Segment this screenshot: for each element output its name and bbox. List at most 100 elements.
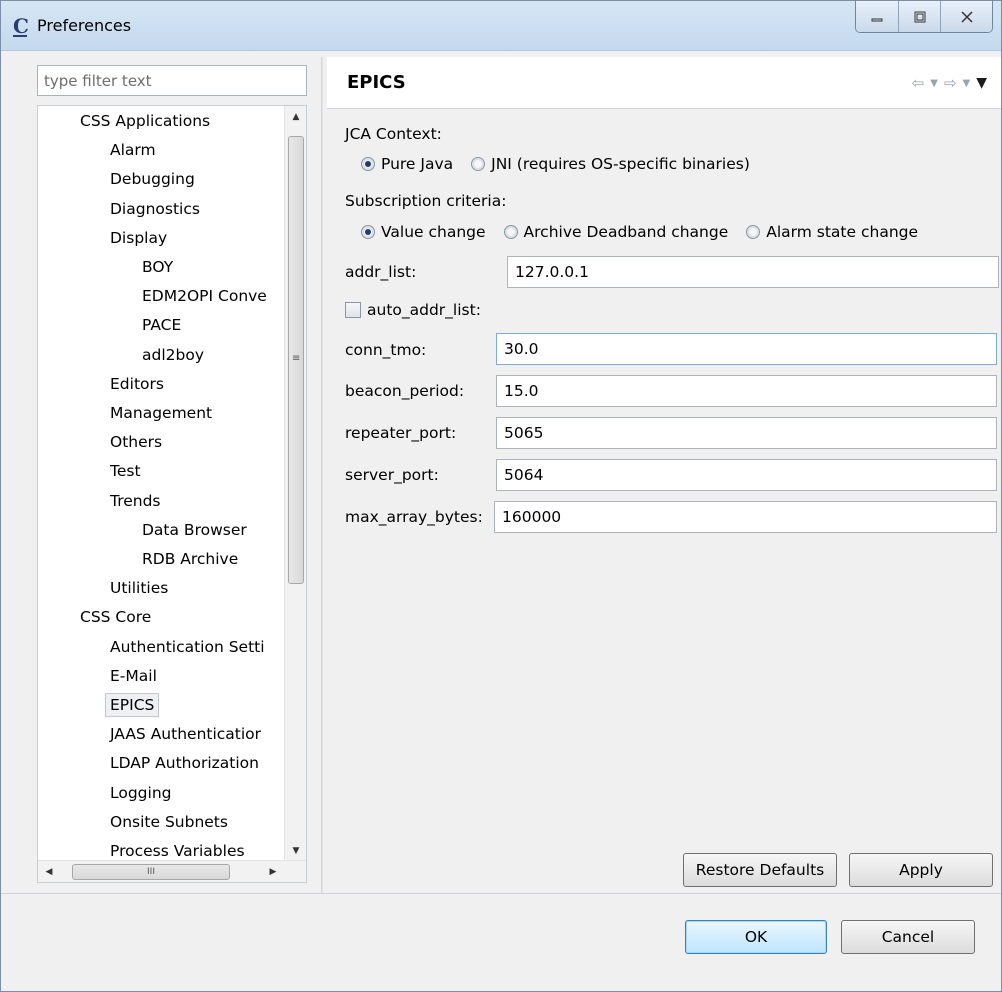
server-port-label: server_port: bbox=[345, 466, 439, 484]
radio-value-change[interactable]: Value change bbox=[361, 223, 486, 241]
repeater-port-input[interactable] bbox=[496, 417, 997, 449]
preference-page: EPICS ⇦ ▼ ⇨ ▼ ▼ JCA Context: Pure Java J… bbox=[327, 57, 1001, 893]
scroll-right-icon[interactable]: ▶ bbox=[262, 861, 284, 882]
tree-item[interactable]: BOY bbox=[142, 254, 173, 280]
tree-item-label: LDAP Authorization bbox=[110, 754, 259, 773]
tree-item[interactable]: Alarm bbox=[110, 137, 156, 163]
radio-alarm-state[interactable]: Alarm state change bbox=[746, 223, 918, 241]
tree-item[interactable]: Authentication Setti bbox=[110, 634, 265, 660]
tree-item-label: Process Variables bbox=[110, 842, 245, 860]
tree-horizontal-scrollbar[interactable]: ◀ III ▶ bbox=[38, 860, 306, 882]
subscription-criteria-group: Value change Archive Deadband change Ala… bbox=[361, 223, 936, 241]
max-array-bytes-input[interactable] bbox=[494, 501, 997, 533]
tree-item[interactable]: EDM2OPI Conve bbox=[142, 283, 267, 309]
tree-item-label: Alarm bbox=[110, 141, 156, 160]
tree-item-label: Trends bbox=[110, 491, 161, 510]
apply-button[interactable]: Apply bbox=[849, 853, 993, 887]
radio-jni-label: JNI (requires OS-specific binaries) bbox=[491, 155, 750, 173]
auto-addr-list-checkbox[interactable]: auto_addr_list: bbox=[345, 301, 481, 319]
tree-item-label: E-Mail bbox=[110, 666, 157, 685]
beacon-period-label: beacon_period: bbox=[345, 382, 465, 400]
filter-input[interactable] bbox=[37, 65, 307, 96]
tree-item[interactable]: Management bbox=[110, 400, 212, 426]
radio-archive-deadband-label: Archive Deadband change bbox=[523, 223, 729, 241]
tree-item-label: Onsite Subnets bbox=[110, 812, 228, 831]
panel-sash[interactable] bbox=[321, 57, 323, 893]
minimize-button[interactable] bbox=[856, 1, 898, 32]
tree-item[interactable]: E-Mail bbox=[110, 663, 157, 689]
scroll-left-icon[interactable]: ◀ bbox=[38, 861, 60, 882]
title-bar[interactable]: C Preferences bbox=[1, 1, 1001, 51]
tree-item-label: Others bbox=[110, 433, 163, 452]
addr-list-input[interactable] bbox=[507, 256, 999, 288]
radio-selected-icon bbox=[361, 157, 375, 171]
max-array-bytes-label: max_array_bytes: bbox=[345, 508, 483, 526]
horizontal-scroll-thumb[interactable]: III bbox=[72, 864, 230, 880]
tree-item-label: Management bbox=[110, 404, 213, 422]
radio-selected-icon bbox=[361, 225, 375, 239]
forward-dropdown-icon[interactable]: ▼ bbox=[963, 78, 971, 89]
tree-item[interactable]: Others bbox=[110, 429, 162, 455]
tree-vertical-scrollbar[interactable]: ▲ ≡ ▼ bbox=[284, 106, 306, 862]
jca-context-group: Pure Java JNI (requires OS-specific bina… bbox=[361, 155, 768, 173]
tree-item[interactable]: CSS Applications bbox=[80, 108, 210, 134]
radio-unselected-icon bbox=[746, 225, 761, 239]
tree-item[interactable]: Debugging bbox=[110, 166, 195, 192]
back-dropdown-icon[interactable]: ▼ bbox=[930, 78, 938, 89]
tree-item[interactable]: Data Browser bbox=[142, 517, 247, 543]
radio-pure-java[interactable]: Pure Java bbox=[361, 155, 453, 173]
ok-button[interactable]: OK bbox=[685, 920, 827, 954]
tree-item[interactable]: Test bbox=[110, 458, 141, 484]
forward-arrow-icon[interactable]: ⇨ bbox=[944, 74, 957, 92]
minimize-icon bbox=[871, 18, 883, 21]
radio-archive-deadband[interactable]: Archive Deadband change bbox=[503, 223, 729, 241]
tree-item-label: BOY bbox=[142, 258, 174, 276]
tree-item[interactable]: Logging bbox=[110, 780, 172, 806]
preferences-window: C Preferences CSS Applications Alarm Debug… bbox=[0, 0, 1002, 992]
tree-item[interactable]: EPICS bbox=[105, 692, 160, 718]
tree-item[interactable]: JAAS Authenticatior bbox=[110, 721, 261, 747]
preference-tree: CSS Applications Alarm Debugging Diagnostic… bbox=[37, 105, 307, 883]
tree-item[interactable]: CSS Core bbox=[80, 604, 151, 630]
tree-item[interactable]: adl2boy bbox=[142, 342, 204, 368]
beacon-period-input[interactable] bbox=[496, 375, 997, 407]
tree-item[interactable]: Utilities bbox=[110, 575, 168, 601]
button-bar-separator bbox=[1, 893, 1001, 894]
tree-item[interactable]: Onsite Subnets bbox=[110, 809, 228, 835]
cancel-button[interactable]: Cancel bbox=[841, 920, 975, 954]
radio-unselected-icon bbox=[503, 225, 518, 239]
window-title: Preferences bbox=[37, 16, 132, 35]
checkbox-unchecked-icon bbox=[345, 302, 361, 318]
tree-item-label: Editors bbox=[110, 374, 164, 393]
tree-item-label: Test bbox=[110, 462, 141, 481]
page-navigation: ⇦ ▼ ⇨ ▼ ▼ bbox=[912, 74, 987, 92]
server-port-input[interactable] bbox=[496, 459, 997, 491]
restore-defaults-button[interactable]: Restore Defaults bbox=[683, 853, 837, 887]
tree-item-label: Utilities bbox=[110, 579, 169, 598]
vertical-scroll-thumb[interactable]: ≡ bbox=[288, 136, 304, 584]
jca-context-label: JCA Context: bbox=[345, 125, 442, 143]
window-controls bbox=[855, 1, 993, 33]
tree-item[interactable]: Trends bbox=[110, 488, 161, 514]
view-menu-icon[interactable]: ▼ bbox=[976, 75, 987, 91]
tree-item[interactable]: LDAP Authorization bbox=[110, 750, 259, 776]
tree-item[interactable]: Display bbox=[110, 225, 167, 251]
conn-tmo-input[interactable] bbox=[496, 333, 997, 365]
maximize-button[interactable] bbox=[898, 1, 940, 32]
tree-item-label: CSS Applications bbox=[80, 112, 211, 130]
subscription-criteria-label: Subscription criteria: bbox=[345, 192, 507, 210]
close-button[interactable] bbox=[940, 1, 992, 32]
tree-item-label: adl2boy bbox=[142, 345, 204, 364]
auto-addr-list-label: auto_addr_list: bbox=[367, 301, 481, 319]
tree-item[interactable]: Editors bbox=[110, 371, 164, 397]
tree-item[interactable]: RDB Archive bbox=[142, 546, 238, 572]
tree-item[interactable]: PACE bbox=[142, 312, 181, 338]
scroll-up-icon[interactable]: ▲ bbox=[285, 106, 306, 128]
back-arrow-icon[interactable]: ⇦ bbox=[912, 74, 925, 92]
scroll-grip-icon: ≡ bbox=[292, 353, 301, 364]
tree-item[interactable]: Diagnostics bbox=[110, 196, 200, 222]
addr-list-label: addr_list: bbox=[345, 263, 417, 281]
radio-jni[interactable]: JNI (requires OS-specific binaries) bbox=[471, 155, 750, 173]
tree-item-label: Display bbox=[110, 228, 168, 247]
scroll-down-icon[interactable]: ▼ bbox=[285, 840, 306, 862]
